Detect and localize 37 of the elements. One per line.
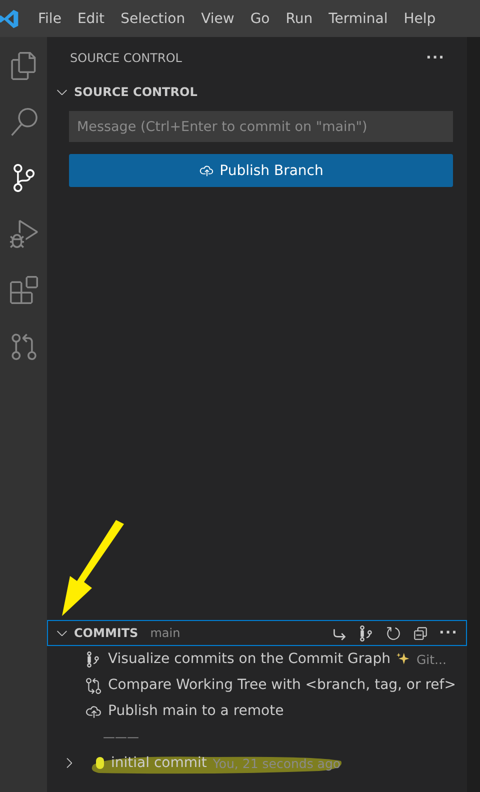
menu-item[interactable]: Selection xyxy=(112,10,194,26)
commit-message-field[interactable]: Message (Ctrl+Enter to commit on "main") xyxy=(69,111,453,142)
publish-branch-button[interactable]: Publish Branch xyxy=(69,154,453,187)
commit-message: initial commit xyxy=(111,755,207,771)
run-debug-icon[interactable] xyxy=(8,217,38,251)
section-title[interactable]: COMMITS xyxy=(74,626,138,640)
sparkle-icon xyxy=(396,652,410,666)
panel-title: SOURCE CONTROL xyxy=(70,51,182,65)
gitlens-label: Git... xyxy=(416,652,446,666)
action-row[interactable]: Compare Working Tree with <branch, tag, or ref> xyxy=(47,672,467,698)
collapse-all-icon[interactable] xyxy=(412,624,430,642)
menu-item[interactable]: Edit xyxy=(69,10,113,26)
refresh-icon[interactable] xyxy=(385,624,402,642)
app-logo-icon xyxy=(0,8,20,30)
avatar-icon xyxy=(95,756,105,770)
menu-item[interactable]: Go xyxy=(242,10,278,26)
cloud-upload-icon xyxy=(198,163,214,178)
action-label: Visualize commits on the Commit Graph xyxy=(108,651,390,667)
action-label: Publish main to a remote xyxy=(108,703,284,719)
separator-text: ——— xyxy=(103,729,140,746)
compare-icon xyxy=(85,676,102,694)
more-actions-button[interactable]: ··· xyxy=(426,50,445,66)
action-label: Compare Working Tree with <branch, tag, or ref> xyxy=(108,677,456,693)
files-icon[interactable] xyxy=(8,49,38,83)
menu-item[interactable]: Run xyxy=(278,10,321,26)
menu-item[interactable]: Terminal xyxy=(320,10,396,26)
menu-item[interactable]: Help xyxy=(396,10,444,26)
more-actions-button[interactable]: ··· xyxy=(439,625,458,641)
action-row[interactable]: Visualize commits on the Commit Graph Git... xyxy=(47,646,467,672)
menu-item[interactable]: File xyxy=(30,10,70,26)
action-row[interactable]: Publish main to a remote xyxy=(47,698,467,724)
branch-label: main xyxy=(150,626,180,640)
graph-icon xyxy=(85,650,102,668)
menu-item[interactable]: View xyxy=(193,10,242,26)
commit-meta: You, 21 seconds ago xyxy=(212,756,341,770)
section-title[interactable]: SOURCE CONTROL xyxy=(74,85,198,99)
extensions-icon[interactable] xyxy=(8,273,38,307)
